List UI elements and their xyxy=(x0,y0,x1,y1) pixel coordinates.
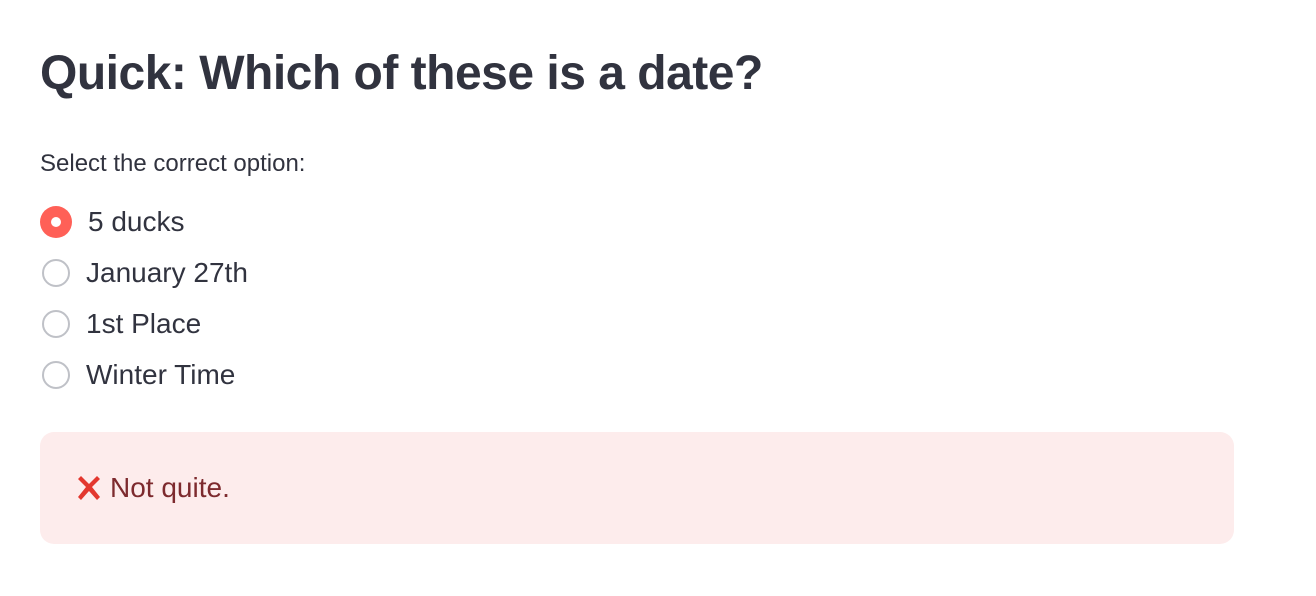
page-title: Quick: Which of these is a date? xyxy=(40,47,763,100)
radio-option-label: 1st Place xyxy=(86,307,202,339)
radio-option-label: 5 ducks xyxy=(88,205,185,237)
radio-option-label: Winter Time xyxy=(86,358,236,390)
radio-option-winter-time[interactable]: Winter Time xyxy=(40,349,248,400)
radio-group: 5 ducks January 27th 1st Place Winter Ti… xyxy=(40,196,248,400)
radio-button-checked-icon[interactable] xyxy=(40,205,72,238)
radio-button-unchecked-icon[interactable] xyxy=(42,309,70,338)
radio-option-5-ducks[interactable]: 5 ducks xyxy=(40,196,248,247)
radio-option-label: January 27th xyxy=(86,256,248,288)
radio-option-january-27th[interactable]: January 27th xyxy=(40,247,248,298)
radio-button-unchecked-icon[interactable] xyxy=(42,258,70,287)
radio-option-1st-place[interactable]: 1st Place xyxy=(40,298,248,349)
alert-message: Not quite. xyxy=(110,472,230,503)
error-alert: Not quite. xyxy=(40,432,1234,544)
cross-mark-icon xyxy=(72,471,106,505)
radio-button-unchecked-icon[interactable] xyxy=(42,360,70,389)
radio-group-label: Select the correct option: xyxy=(40,150,306,177)
